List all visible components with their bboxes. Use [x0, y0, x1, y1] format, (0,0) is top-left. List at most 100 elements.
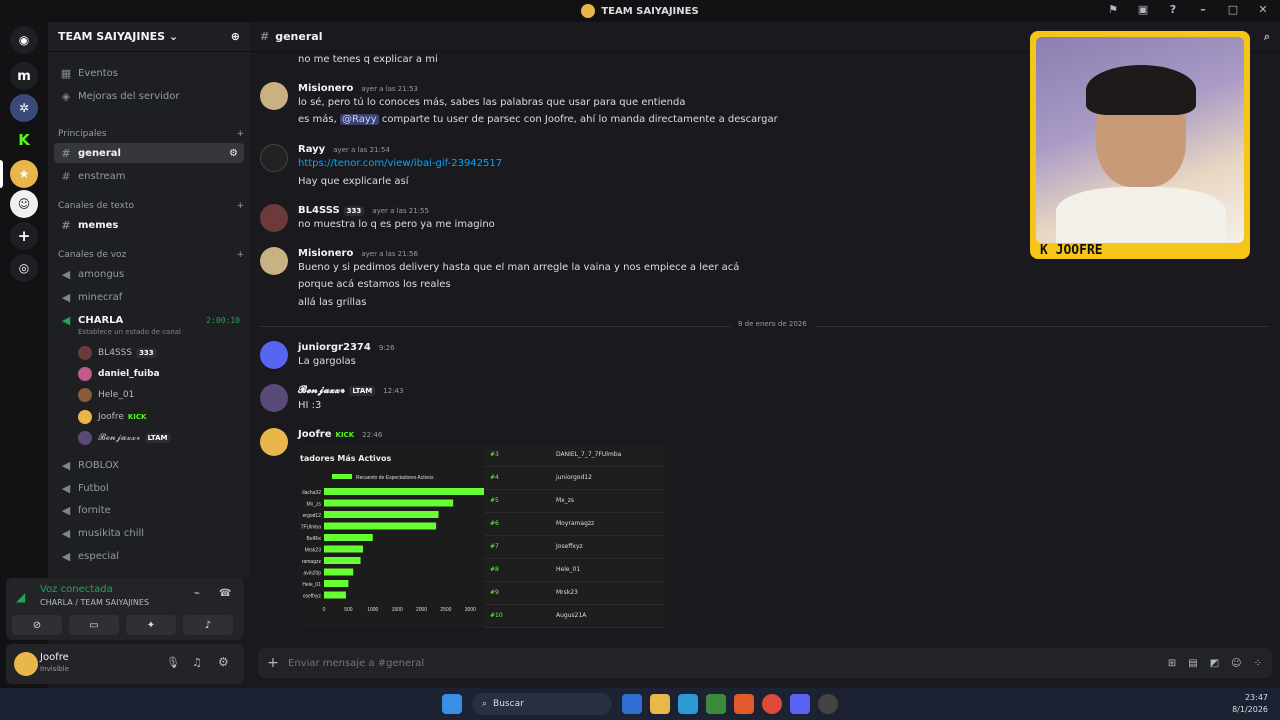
emoji-icon[interactable]: ☺ [1231, 658, 1241, 669]
minecraft-icon[interactable] [706, 694, 726, 714]
sticker-icon[interactable]: ◩ [1210, 658, 1219, 669]
invite-icon[interactable]: ⊕ [231, 30, 240, 43]
voice-user[interactable]: Hele_01 [78, 386, 134, 404]
server-logo-icon [581, 4, 596, 18]
message-author[interactable]: juniorgr2374 9:26 [298, 342, 395, 353]
windows-start-icon[interactable] [442, 694, 462, 714]
discord-home-icon[interactable]: ◉ [10, 26, 38, 54]
user-settings-icon[interactable]: ⚙ [218, 655, 229, 669]
author-name[interactable]: 𝓑𝓮𝓷𝓳𝓪𝔁𝔁꘎ [298, 385, 345, 396]
camera-button[interactable]: ⊘ [12, 615, 62, 635]
avatar[interactable] [260, 204, 288, 232]
avatar[interactable] [260, 82, 288, 110]
add-channel-icon[interactable]: + [236, 129, 244, 139]
voice-channel-amongus[interactable]: ◀ amongus [54, 264, 244, 284]
events-item[interactable]: ▦ Eventos [54, 63, 244, 83]
message-input[interactable] [288, 657, 1168, 669]
voice-user[interactable]: 𝓑𝓮𝓷𝓳𝓪𝔁𝔁꘎ LTAM [78, 429, 171, 447]
headphones-icon[interactable]: ♫ [192, 656, 202, 669]
avatar[interactable] [260, 247, 288, 275]
chart-tick-label: 0 [323, 607, 326, 613]
voice-channel-minecraf[interactable]: ◀ minecraf [54, 287, 244, 307]
leaderboard-row: #9 Mrsk23 [484, 582, 664, 605]
author-name[interactable]: juniorgr2374 [298, 342, 371, 353]
avatar[interactable] [260, 428, 288, 456]
microphone-icon[interactable]: 🎙︎ [166, 656, 180, 669]
add-server-icon[interactable]: + [10, 222, 38, 250]
add-channel-icon[interactable]: + [236, 201, 244, 211]
gif-icon[interactable]: ▤ [1188, 658, 1197, 669]
voice-channel-especial[interactable]: ◀ especial [54, 546, 244, 566]
soundboard-button[interactable]: ♪ [183, 615, 233, 635]
system-clock[interactable]: 23:47 8/1/2026 [1232, 692, 1268, 716]
channel-general[interactable]: # general ⚙ [54, 143, 244, 163]
file-explorer-icon[interactable] [650, 694, 670, 714]
author-name[interactable]: Rayy [298, 144, 325, 155]
hair-shape [1086, 65, 1196, 115]
voice-user[interactable]: BL4SSS 333 [78, 344, 157, 362]
avatar[interactable] [14, 652, 38, 676]
voice-channel-roblox[interactable]: ◀ ROBLOX [54, 455, 244, 475]
server-icon-2[interactable]: ☺ [10, 190, 38, 218]
author-name[interactable]: Misionero [298, 83, 353, 94]
team-saiyajines-server-icon[interactable]: ★ [10, 160, 38, 188]
search-icon[interactable]: ⌕ [1264, 30, 1270, 44]
disconnect-icon[interactable]: ☎ [219, 588, 231, 599]
maximize-icon[interactable]: □ [1226, 3, 1240, 16]
voice-channel-fornite[interactable]: ◀ fornite [54, 500, 244, 520]
author-name[interactable]: BL4SSS [298, 205, 340, 216]
help-icon[interactable]: ? [1166, 3, 1180, 16]
image-attachment[interactable]: tadores Más Activos Recuento de Espectad… [298, 444, 664, 628]
edge-icon[interactable] [678, 694, 698, 714]
message-author[interactable]: Rayy ayer a las 21:54 [298, 144, 390, 155]
channel-enstream[interactable]: # enstream [54, 166, 244, 186]
taskbar-search[interactable]: ⌕ Buscar [472, 693, 612, 715]
message-author[interactable]: BL4SSS 333 ayer a las 21:55 [298, 205, 429, 216]
author-name[interactable]: Joofre [298, 429, 332, 440]
category-principales[interactable]: Principales + [58, 129, 244, 139]
author-name[interactable]: Misionero [298, 248, 353, 259]
chrome-icon[interactable] [762, 694, 782, 714]
inbox-icon[interactable]: ▣ [1136, 3, 1150, 16]
message-author[interactable]: Misionero ayer a las 21:56 [298, 248, 418, 259]
gift-icon[interactable]: ⊞ [1168, 658, 1176, 669]
voice-user[interactable]: Joofre KICK [78, 408, 146, 426]
avatar[interactable] [260, 341, 288, 369]
avatar[interactable] [260, 384, 288, 412]
boosts-item[interactable]: ◈ Mejoras del servidor [54, 86, 244, 106]
voice-location[interactable]: CHARLA / TEAM SAIYAJINES [40, 598, 149, 607]
brave-icon[interactable] [734, 694, 754, 714]
apps-icon[interactable]: ⁘ [1254, 658, 1262, 669]
settings-icon[interactable]: ⚙ [229, 148, 238, 159]
message-author[interactable]: Misionero ayer a las 21:53 [298, 83, 418, 94]
discover-icon[interactable]: ◎ [10, 254, 38, 282]
discord-taskbar-icon[interactable] [790, 694, 810, 714]
add-attachment-icon[interactable]: + [258, 655, 288, 671]
activities-button[interactable]: ✦ [126, 615, 176, 635]
app-icon-1[interactable] [622, 694, 642, 714]
screenshare-button[interactable]: ▭ [69, 615, 119, 635]
voice-channel-musikita[interactable]: ◀ musikita chill [54, 523, 244, 543]
server-m-icon[interactable]: m [10, 62, 38, 90]
minimize-icon[interactable]: – [1196, 3, 1210, 16]
category-voz[interactable]: Canales de voz + [58, 250, 244, 260]
category-texto[interactable]: Canales de texto + [58, 201, 244, 211]
message-author[interactable]: Joofre KICK 22:46 [298, 429, 382, 440]
voice-channel-futbol[interactable]: ◀ Futbol [54, 478, 244, 498]
message-author[interactable]: 𝓑𝓮𝓷𝓳𝓪𝔁𝔁꘎ LTAM 12:43 [298, 385, 403, 396]
user-mention[interactable]: @Rayy [339, 114, 379, 125]
server-header[interactable]: TEAM SAIYAJINES ⌄ ⊕ [48, 22, 250, 52]
message-link[interactable]: https://tenor.com/view/ibai-gif-23942517 [298, 158, 502, 169]
channel-status[interactable]: Establece un estado de canal [78, 328, 181, 336]
kick-server-icon[interactable]: K [10, 126, 38, 154]
noise-suppression-icon[interactable]: ⌁ [194, 588, 200, 599]
server-icon-1[interactable]: ✲ [10, 94, 38, 122]
avatar[interactable] [260, 144, 288, 172]
steam-icon[interactable] [818, 694, 838, 714]
voice-user[interactable]: daniel_fuiba [78, 365, 160, 383]
add-channel-icon[interactable]: + [236, 250, 244, 260]
voice-channel-charla[interactable]: ◀ CHARLA 2:00:10 [54, 310, 244, 330]
flag-icon[interactable]: ⚑ [1106, 3, 1120, 16]
channel-memes[interactable]: # memes [54, 215, 244, 235]
close-icon[interactable]: ✕ [1256, 3, 1270, 16]
